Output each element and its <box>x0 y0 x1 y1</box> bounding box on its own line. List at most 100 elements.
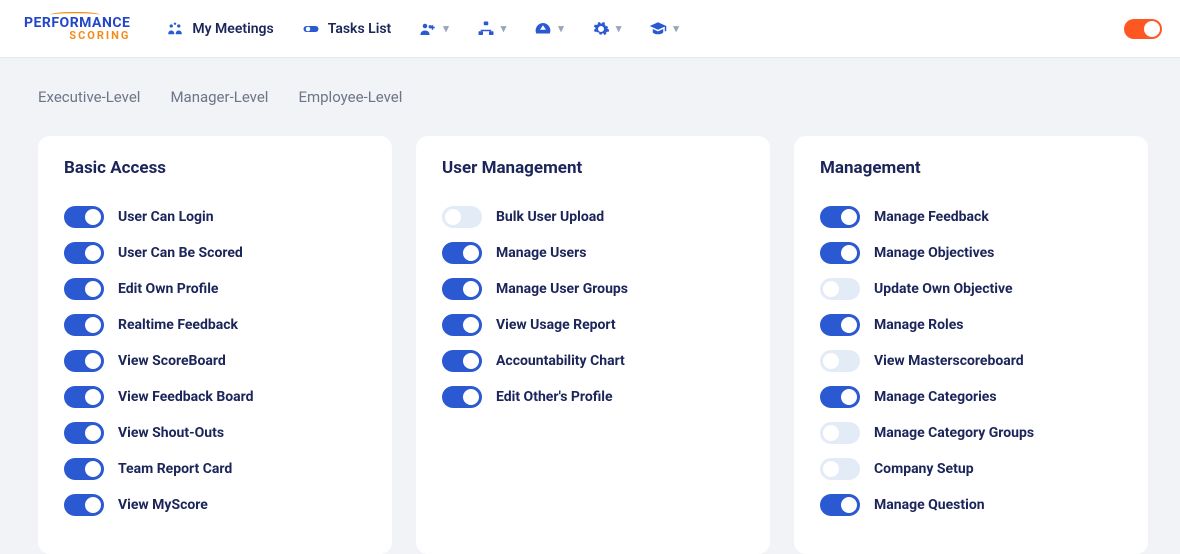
permission-label: View Shout-Outs <box>118 425 224 441</box>
permission-toggle[interactable] <box>442 242 482 264</box>
permission-row: Realtime Feedback <box>64 314 366 336</box>
permission-label: View Feedback Board <box>118 389 254 405</box>
permission-label: Accountability Chart <box>496 353 625 369</box>
permission-row: View Feedback Board <box>64 386 366 408</box>
logo-text-bottom: SCORING <box>24 30 130 41</box>
permission-toggle[interactable] <box>820 314 860 336</box>
users-plus-icon <box>419 20 437 38</box>
permission-row: Bulk User Upload <box>442 206 744 228</box>
permission-row: Manage Question <box>820 494 1122 516</box>
permission-toggle[interactable] <box>64 278 104 300</box>
permission-label: View MyScore <box>118 497 208 513</box>
permission-toggle[interactable] <box>442 206 482 228</box>
permission-toggle[interactable] <box>820 386 860 408</box>
nav-my-meetings[interactable]: My Meetings <box>166 20 273 38</box>
permission-row: Accountability Chart <box>442 350 744 372</box>
permission-toggle[interactable] <box>64 242 104 264</box>
permission-toggle[interactable] <box>820 278 860 300</box>
permission-toggle[interactable] <box>820 350 860 372</box>
nav-tasks-list-label: Tasks List <box>328 21 392 37</box>
permission-row: Manage Categories <box>820 386 1122 408</box>
permission-label: Bulk User Upload <box>496 209 604 225</box>
permission-label: View ScoreBoard <box>118 353 226 369</box>
nav-menu-dashboard[interactable]: ▾ <box>534 20 564 38</box>
permission-toggle[interactable] <box>442 278 482 300</box>
page-body: Executive-Level Manager-Level Employee-L… <box>0 58 1180 554</box>
permission-toggle[interactable] <box>64 494 104 516</box>
card-user-management: User Management Bulk User Upload Manage U… <box>416 136 770 554</box>
permission-row: Edit Own Profile <box>64 278 366 300</box>
permission-toggle[interactable] <box>64 350 104 372</box>
permission-toggle[interactable] <box>64 386 104 408</box>
permission-label: User Can Be Scored <box>118 245 243 261</box>
logo-text-top: PERFORMANCE <box>24 16 130 30</box>
perm-list: Bulk User Upload Manage Users Manage User … <box>442 206 744 422</box>
permission-row: Manage User Groups <box>442 278 744 300</box>
permission-label: Manage Users <box>496 245 586 261</box>
permission-row: Manage Feedback <box>820 206 1122 228</box>
permission-toggle[interactable] <box>820 422 860 444</box>
level-tabs: Executive-Level Manager-Level Employee-L… <box>38 88 1142 106</box>
permission-label: View Usage Report <box>496 317 616 333</box>
chevron-down-icon: ▾ <box>501 22 507 35</box>
card-title: User Management <box>442 158 744 178</box>
permission-toggle[interactable] <box>820 494 860 516</box>
tab-executive-level[interactable]: Executive-Level <box>38 88 140 106</box>
permission-label: User Can Login <box>118 209 214 225</box>
permission-row: View Masterscoreboard <box>820 350 1122 372</box>
tab-employee-level[interactable]: Employee-Level <box>298 88 402 106</box>
permission-row: View MyScore <box>64 494 366 516</box>
logo: PERFORMANCE SCORING <box>24 16 130 41</box>
perm-list: Manage Feedback Manage Objectives Update O… <box>820 206 1122 530</box>
card-basic-access: Basic Access User Can Login User Can Be S… <box>38 136 392 554</box>
permission-toggle[interactable] <box>442 386 482 408</box>
permission-label: Team Report Card <box>118 461 232 477</box>
permission-toggle[interactable] <box>64 422 104 444</box>
header-toggle[interactable] <box>1124 19 1162 39</box>
chevron-down-icon: ▾ <box>558 22 564 35</box>
permission-label: Manage User Groups <box>496 281 628 297</box>
nav-menu-users[interactable]: ▾ <box>419 20 449 38</box>
graduation-cap-icon <box>649 20 667 38</box>
permission-toggle[interactable] <box>820 242 860 264</box>
permission-cards: Basic Access User Can Login User Can Be S… <box>38 136 1142 554</box>
card-management: Management Manage FeedbackManage Objecti… <box>794 136 1148 554</box>
permission-row: Team Report Card <box>64 458 366 480</box>
nav-menu-learning[interactable]: ▾ <box>649 20 679 38</box>
permission-toggle[interactable] <box>64 314 104 336</box>
permission-row: Edit Other's Profile <box>442 386 744 408</box>
nav: My Meetings Tasks List ▾ ▾ ▾ <box>166 20 679 38</box>
gear-icon <box>592 20 610 38</box>
nav-my-meetings-label: My Meetings <box>192 21 273 37</box>
permission-toggle[interactable] <box>64 206 104 228</box>
permission-row: Company Setup <box>820 458 1122 480</box>
top-bar: PERFORMANCE SCORING My Meetings Tasks Li… <box>0 0 1180 58</box>
permission-row: User Can Login <box>64 206 366 228</box>
gauge-icon <box>534 20 552 38</box>
card-title: Basic Access <box>64 158 366 178</box>
tab-manager-level[interactable]: Manager-Level <box>170 88 268 106</box>
permission-row: Manage Objectives <box>820 242 1122 264</box>
nav-tasks-list[interactable]: Tasks List <box>302 20 392 38</box>
permission-row: Manage Category Groups <box>820 422 1122 444</box>
permission-toggle[interactable] <box>820 206 860 228</box>
chevron-down-icon: ▾ <box>443 22 449 35</box>
permission-label: Edit Other's Profile <box>496 389 613 405</box>
org-chart-icon <box>477 20 495 38</box>
toggle-icon <box>302 20 320 38</box>
permission-row: User Can Be Scored <box>64 242 366 264</box>
nav-menu-settings[interactable]: ▾ <box>592 20 622 38</box>
permission-label: Manage Objectives <box>874 245 994 261</box>
permission-toggle[interactable] <box>442 314 482 336</box>
permission-row: Update Own Objective <box>820 278 1122 300</box>
permission-label: Company Setup <box>874 461 974 477</box>
permission-label: Realtime Feedback <box>118 317 238 333</box>
permission-row: View Usage Report <box>442 314 744 336</box>
permission-label: Edit Own Profile <box>118 281 218 297</box>
permission-toggle[interactable] <box>64 458 104 480</box>
permission-toggle[interactable] <box>820 458 860 480</box>
nav-menu-org[interactable]: ▾ <box>477 20 507 38</box>
permission-toggle[interactable] <box>442 350 482 372</box>
logo-arc-icon <box>50 12 100 18</box>
permission-row: Manage Users <box>442 242 744 264</box>
